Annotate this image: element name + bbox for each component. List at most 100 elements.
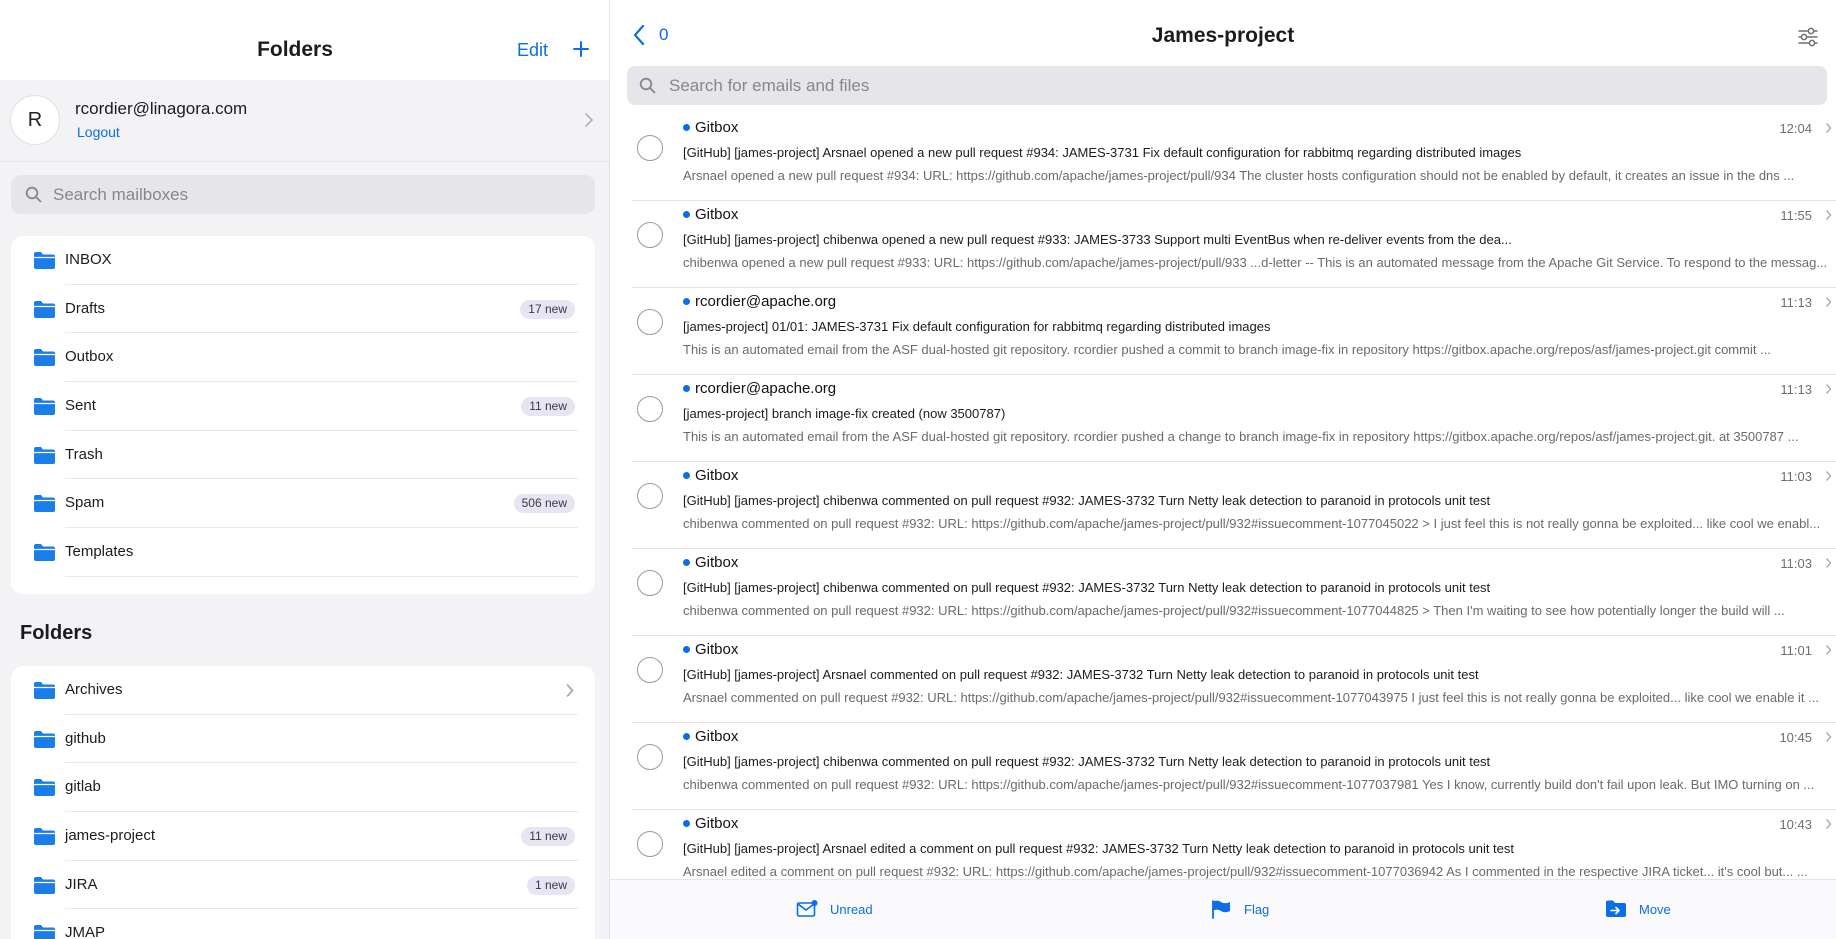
search-icon <box>639 77 656 94</box>
select-checkbox[interactable] <box>637 396 663 422</box>
unread-count-badge: 11 new <box>521 397 575 417</box>
message-list-pane: 0 James-project Search for emails and fi… <box>610 0 1836 939</box>
message-sender: rcordier@apache.org <box>695 293 837 310</box>
message-sender: Gitbox <box>695 467 739 484</box>
add-folder-icon[interactable] <box>571 36 591 62</box>
mailbox-name: Trash <box>65 445 103 463</box>
search-icon <box>25 186 42 203</box>
mailbox-name: Spam <box>65 494 105 512</box>
message-preview: chibenwa commented on pull request #932:… <box>683 603 1785 618</box>
mailbox-item-drafts[interactable]: Drafts 17 new <box>11 285 595 334</box>
move-button[interactable]: Move <box>1605 899 1671 919</box>
message-row[interactable]: Gitbox 11:55 [GitHub] [james-project] ch… <box>610 201 1836 288</box>
mailbox-name: Templates <box>65 543 134 561</box>
folder-item-jmap[interactable]: JMAP <box>11 909 595 939</box>
message-sender: Gitbox <box>695 119 739 136</box>
mailbox-item-inbox[interactable]: INBOX <box>11 236 595 285</box>
folder-item-james-project[interactable]: james-project 11 new <box>11 812 595 861</box>
folder-icon <box>34 544 55 562</box>
mailbox-item-trash[interactable]: Trash <box>11 431 595 480</box>
folder-name: JIRA <box>65 875 98 893</box>
message-row[interactable]: Gitbox 11:03 [GitHub] [james-project] ch… <box>610 462 1836 549</box>
select-checkbox[interactable] <box>637 483 663 509</box>
chevron-right-icon <box>1826 558 1832 568</box>
mailbox-title: James-project <box>1151 24 1295 47</box>
message-row[interactable]: Gitbox 11:01 [GitHub] [james-project] Ar… <box>610 636 1836 723</box>
mailbox-item-templates[interactable]: Templates <box>11 528 595 577</box>
list-header: 0 James-project <box>610 0 1836 66</box>
message-row[interactable]: rcordier@apache.org 11:13 [james-project… <box>610 375 1836 462</box>
account-row[interactable]: R rcordier@linagora.com Logout <box>0 80 609 162</box>
mark-unread-button[interactable]: Unread <box>796 899 873 919</box>
mailbox-name: Drafts <box>65 299 106 317</box>
message-row[interactable]: Gitbox 12:04 [GitHub] [james-project] Ar… <box>610 114 1836 201</box>
folder-name: gitlab <box>65 778 101 796</box>
folder-item-github[interactable]: github <box>11 715 595 764</box>
message-row[interactable]: Gitbox 10:45 [GitHub] [james-project] ch… <box>610 723 1836 810</box>
folder-item-archives[interactable]: Archives <box>11 666 595 715</box>
message-row[interactable]: Gitbox 11:03 [GitHub] [james-project] ch… <box>610 549 1836 636</box>
search-mailboxes-input[interactable]: Search mailboxes <box>11 175 595 214</box>
edit-button[interactable]: Edit <box>517 40 548 61</box>
logout-link[interactable]: Logout <box>77 124 120 140</box>
unread-count-badge: 17 new <box>520 299 575 319</box>
select-checkbox[interactable] <box>637 222 663 248</box>
folder-item-gitlab[interactable]: gitlab <box>11 763 595 812</box>
search-emails-input[interactable]: Search for emails and files <box>627 66 1827 105</box>
chevron-right-icon[interactable] <box>565 683 575 698</box>
mailbox-item-sent[interactable]: Sent 11 new <box>11 382 595 431</box>
select-checkbox[interactable] <box>637 657 663 683</box>
message-time: 11:03 <box>1780 556 1812 571</box>
chevron-right-icon <box>1826 732 1832 742</box>
search-mailboxes-placeholder: Search mailboxes <box>53 185 189 204</box>
message-time: 10:43 <box>1779 817 1812 832</box>
chevron-right-icon <box>1826 123 1832 133</box>
message-subject: [james-project] branch image-fix created… <box>683 406 1006 421</box>
message-row[interactable]: rcordier@apache.org 11:13 [james-project… <box>610 288 1836 375</box>
mailbox-list: INBOX Drafts 17 new Outbox Sent 11 new T… <box>11 236 595 594</box>
unread-dot <box>683 733 690 740</box>
folders-section-heading: Folders <box>20 622 93 644</box>
move-label: Move <box>1639 901 1671 917</box>
folder-icon <box>34 682 55 699</box>
message-preview: Arsnael edited a comment on pull request… <box>683 864 1808 879</box>
search-emails-placeholder: Search for emails and files <box>669 76 870 95</box>
message-time: 11:55 <box>1780 208 1812 223</box>
mailbox-name: Sent <box>65 397 96 415</box>
unread-dot <box>683 820 690 827</box>
flag-button[interactable]: Flag <box>1210 899 1269 919</box>
unread-dot <box>683 472 690 479</box>
chevron-right-icon <box>1826 297 1832 307</box>
select-checkbox[interactable] <box>637 309 663 335</box>
mailbox-item-outbox[interactable]: Outbox <box>11 333 595 382</box>
select-checkbox[interactable] <box>637 744 663 770</box>
folder-list: Archives github gitlab james-project 11 … <box>11 666 595 939</box>
avatar: R <box>10 95 60 145</box>
select-checkbox[interactable] <box>637 831 663 857</box>
unread-dot <box>683 124 690 131</box>
mailbox-name: Outbox <box>65 348 114 366</box>
message-preview: This is an automated email from the ASF … <box>683 429 1799 444</box>
select-checkbox[interactable] <box>637 570 663 596</box>
folder-item-jira[interactable]: JIRA 1 new <box>11 861 595 910</box>
unread-dot <box>683 559 690 566</box>
message-time: 12:04 <box>1779 121 1812 136</box>
folder-name: james-project <box>65 827 156 845</box>
select-checkbox[interactable] <box>637 135 663 161</box>
message-preview: chibenwa commented on pull request #932:… <box>683 516 1821 531</box>
mailbox-item-spam[interactable]: Spam 506 new <box>11 479 595 528</box>
filter-sliders-icon[interactable] <box>1797 27 1819 47</box>
mailbox-sidebar: Folders Edit R rcordier@linagora.com Log… <box>0 0 610 939</box>
mark-unread-label: Unread <box>830 901 873 917</box>
chevron-right-icon <box>1826 384 1832 394</box>
message-subject: [GitHub] [james-project] chibenwa commen… <box>683 493 1491 508</box>
unread-dot <box>683 385 690 392</box>
message-subject: [GitHub] [james-project] Arsnael opened … <box>683 145 1522 160</box>
account-email: rcordier@linagora.com <box>75 99 248 118</box>
message-sender: rcordier@apache.org <box>695 380 837 397</box>
message-sender: Gitbox <box>695 815 739 832</box>
message-preview: Arsnael commented on pull request #932: … <box>683 690 1819 705</box>
message-preview: chibenwa opened a new pull request #933:… <box>683 255 1828 270</box>
message-row[interactable]: Gitbox 10:43 [GitHub] [james-project] Ar… <box>610 810 1836 879</box>
message-subject: [GitHub] [james-project] Arsnael comment… <box>683 667 1479 682</box>
